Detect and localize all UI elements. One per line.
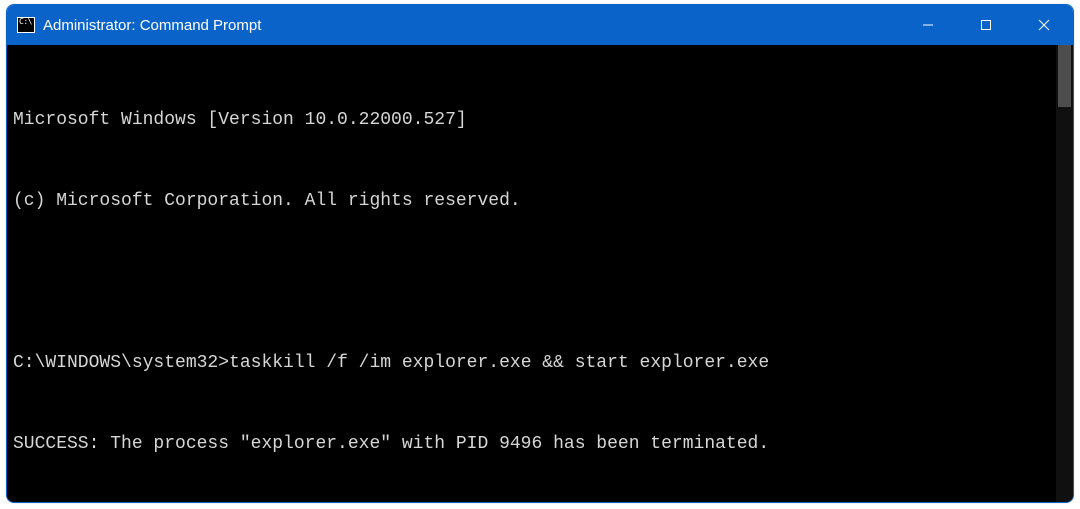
output-blank <box>13 269 1048 296</box>
prompt-path: C:\WINDOWS\system32> <box>13 353 229 373</box>
scrollbar-track[interactable] <box>1056 45 1073 503</box>
output-line: Microsoft Windows [Version 10.0.22000.52… <box>13 107 1048 134</box>
command-line: C:\WINDOWS\system32>taskkill /f /im expl… <box>13 350 1048 377</box>
terminal-output[interactable]: Microsoft Windows [Version 10.0.22000.52… <box>7 45 1056 503</box>
titlebar[interactable]: Administrator: Command Prompt <box>7 5 1073 45</box>
minimize-icon <box>922 19 934 31</box>
window-controls <box>899 5 1073 45</box>
maximize-icon <box>980 19 992 31</box>
maximize-button[interactable] <box>957 5 1015 45</box>
minimize-button[interactable] <box>899 5 957 45</box>
close-icon <box>1038 19 1050 31</box>
terminal-area: Microsoft Windows [Version 10.0.22000.52… <box>7 45 1073 503</box>
output-line: SUCCESS: The process "explorer.exe" with… <box>13 431 1048 458</box>
close-button[interactable] <box>1015 5 1073 45</box>
command-text: taskkill /f /im explorer.exe && start ex… <box>229 353 769 373</box>
scrollbar-thumb[interactable] <box>1058 45 1071 107</box>
command-prompt-window: Administrator: Command Prompt Mi <box>6 4 1074 503</box>
window-title: Administrator: Command Prompt <box>43 17 899 34</box>
output-line: (c) Microsoft Corporation. All rights re… <box>13 188 1048 215</box>
cmd-icon <box>17 17 35 33</box>
